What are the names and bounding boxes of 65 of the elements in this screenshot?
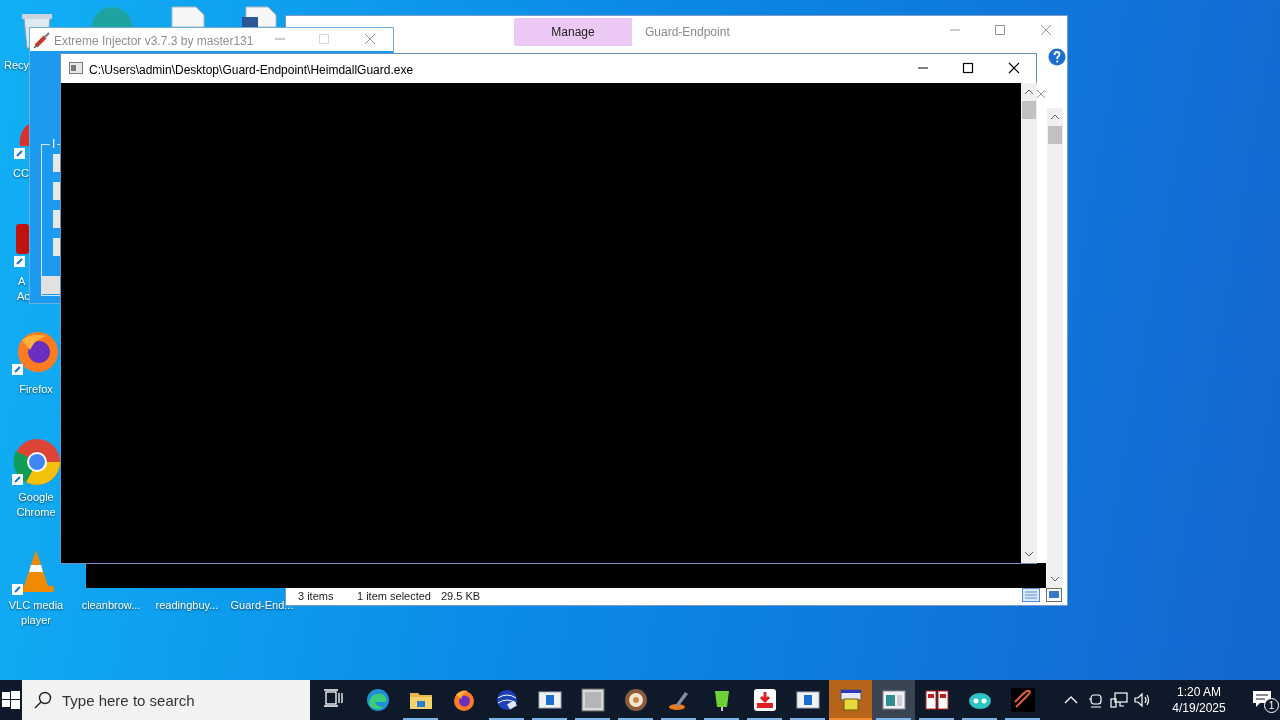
icon-label: A xyxy=(18,274,26,288)
chrome-icon[interactable] xyxy=(12,438,62,488)
status-text: 3 items xyxy=(298,589,334,604)
network-icon[interactable] xyxy=(1110,692,1128,708)
word-document-icon[interactable] xyxy=(240,5,278,27)
icon-label: cleanbrow... xyxy=(80,598,142,612)
scrollbar[interactable] xyxy=(1021,83,1037,563)
icon-label: Ac xyxy=(17,289,30,303)
maximize-icon[interactable] xyxy=(962,62,974,74)
scroll-up-icon[interactable] xyxy=(1024,89,1034,95)
icon-label: player xyxy=(20,613,52,627)
list-field[interactable] xyxy=(53,238,60,256)
acrobat-icon[interactable] xyxy=(14,224,29,270)
scrollbar-thumb[interactable] xyxy=(1022,101,1036,119)
webcam-icon[interactable] xyxy=(1088,691,1104,709)
download-icon xyxy=(752,688,777,712)
close-icon[interactable] xyxy=(1008,62,1020,74)
windows-logo-icon[interactable] xyxy=(2,691,20,709)
status-text: 29.5 KB xyxy=(441,589,481,604)
details-view-icon[interactable] xyxy=(1022,588,1040,602)
list-field[interactable] xyxy=(53,182,60,200)
chevron-up-icon[interactable] xyxy=(1064,695,1078,705)
large-icons-view-icon[interactable] xyxy=(1046,588,1062,602)
globe-icon xyxy=(494,688,519,712)
scrollbar[interactable] xyxy=(1047,108,1063,589)
window-title: Extreme Injector v3.7.3 by master131 xyxy=(54,33,254,50)
icon-label: Chrome xyxy=(15,505,57,519)
window-icon xyxy=(537,688,562,712)
icon-label: Google xyxy=(17,490,55,504)
help-icon[interactable] xyxy=(1048,48,1066,66)
search-icon xyxy=(34,691,52,709)
window-title: C:\Users\admin\Desktop\Guard-Endpoint\HeimdallGuard.exe xyxy=(89,62,414,79)
icon-label: VLC media xyxy=(7,598,65,612)
status-text: 1 item selected xyxy=(357,589,431,604)
icon-label: Recy xyxy=(4,58,30,72)
firefox-icon[interactable] xyxy=(12,330,60,378)
icon-label: Firefox xyxy=(18,382,54,396)
clock-date[interactable]: 4/19/2025 xyxy=(1172,700,1226,716)
window-icon xyxy=(881,688,906,712)
window-icon xyxy=(795,688,820,712)
paperclip-icon xyxy=(1010,688,1035,712)
icon-label: CC xyxy=(13,166,29,180)
installer-icon xyxy=(838,688,863,712)
firefox-icon xyxy=(451,688,476,712)
window-title: Guard-Endpoint xyxy=(645,24,730,41)
search-field[interactable]: Type here to search xyxy=(22,680,310,720)
square-icon xyxy=(580,688,605,712)
icon-label: Guard-End... xyxy=(229,598,295,612)
icon-label: readingbuy... xyxy=(154,598,220,612)
list-field[interactable] xyxy=(53,210,60,228)
notification-badge: 1 xyxy=(1264,698,1279,713)
scroll-down-icon[interactable] xyxy=(1024,551,1034,557)
split-panel-icon xyxy=(924,688,949,712)
list-field[interactable] xyxy=(53,154,60,172)
disc-icon xyxy=(623,688,648,712)
speaker-icon[interactable] xyxy=(1134,692,1152,708)
scrollbar-thumb[interactable] xyxy=(1048,126,1062,144)
syringe-icon xyxy=(33,31,51,49)
scroll-down-icon[interactable] xyxy=(1050,576,1060,582)
taskbar-button[interactable] xyxy=(872,680,915,720)
taskbar-button[interactable] xyxy=(829,680,872,720)
scroll-up-icon[interactable] xyxy=(1050,114,1060,120)
clock-time[interactable]: 1:20 AM xyxy=(1177,684,1221,700)
console-icon xyxy=(69,62,83,74)
ribbon-tab[interactable]: Manage xyxy=(514,18,632,46)
